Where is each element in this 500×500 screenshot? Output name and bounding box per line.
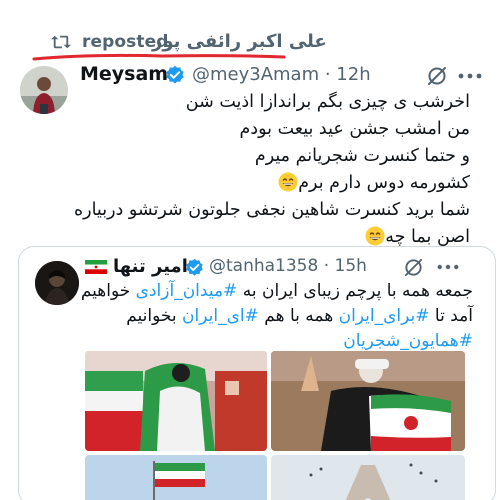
verified-badge-icon — [186, 258, 203, 276]
quoted-tweet-time: 15h — [334, 256, 367, 276]
tweet-header: Meysam @mey3Amam · 12h — [80, 63, 490, 89]
verified-badge-icon — [166, 65, 184, 84]
grok-icon[interactable] — [403, 257, 424, 278]
author-avatar[interactable] — [20, 66, 68, 114]
quoted-tweet-header: امیر تنها @tanha1358 · 15h — [85, 255, 485, 279]
hashtag-link[interactable]: #ای_ایران — [182, 306, 259, 326]
grinning-face-emoji — [365, 226, 385, 246]
azadi-tower-photo[interactable] — [271, 455, 465, 500]
author-name[interactable]: Meysam — [80, 63, 168, 85]
hashtag-link[interactable]: #میدان_آزادی — [136, 281, 238, 301]
tweet-line: اخرشب ی چیزی بگم براندازا اذیت شن — [185, 92, 470, 112]
iran-flag-icon — [85, 260, 107, 274]
quoted-author-handle[interactable]: @tanha1358 · 15h — [209, 256, 367, 276]
quoted-tweet[interactable]: امیر تنها @tanha1358 · 15h جمعه همه با پ… — [18, 246, 496, 500]
quoted-tweet-text: جمعه همه با پرچم زیبای ایران به #میدان_آ… — [73, 279, 473, 354]
hashtag-link[interactable]: #همایون_شجریان — [343, 331, 473, 351]
quoted-line: آمد تا #برای_ایران همه با هم #ای_ایران ب… — [126, 306, 473, 326]
tweet-line: کشورمه دوس دارم برم — [70, 170, 470, 197]
grinning-face-emoji — [278, 172, 298, 192]
repost-header: reposted علی اکبر رائفی پور — [0, 0, 500, 62]
tweet-time: 12h — [336, 64, 371, 85]
tweet-line: من امشب جشن عید بیعت بودم — [239, 119, 470, 139]
more-options-icon[interactable] — [437, 264, 459, 270]
tweet-text: اخرشب ی چیزی بگم براندازا اذیت شن من امش… — [70, 89, 470, 251]
tweet-line: و حتما کنسرت شجریانم میرم — [254, 146, 470, 166]
grok-icon[interactable] — [426, 65, 448, 87]
author-handle[interactable]: @mey3Amam · 12h — [192, 64, 371, 85]
quoted-line: جمعه همه با پرچم زیبای ایران به #میدان_آ… — [80, 281, 473, 301]
quoted-author-name[interactable]: امیر تنها — [113, 256, 188, 277]
red-underline — [32, 53, 286, 61]
tweet-line: شما برید کنسرت شاهین نجفی جلوتون شرتشو د… — [73, 200, 470, 220]
media-grid — [85, 351, 465, 500]
stadium-flag-photo[interactable] — [85, 351, 267, 451]
more-options-icon[interactable] — [458, 73, 482, 79]
repost-icon — [51, 35, 71, 49]
rally-flag-photo[interactable] — [271, 351, 465, 451]
reposter-name[interactable]: علی اکبر رائفی پور — [152, 31, 327, 52]
flag-sky-photo[interactable] — [85, 455, 267, 500]
hashtag-link[interactable]: #برای_ایران — [339, 306, 430, 326]
